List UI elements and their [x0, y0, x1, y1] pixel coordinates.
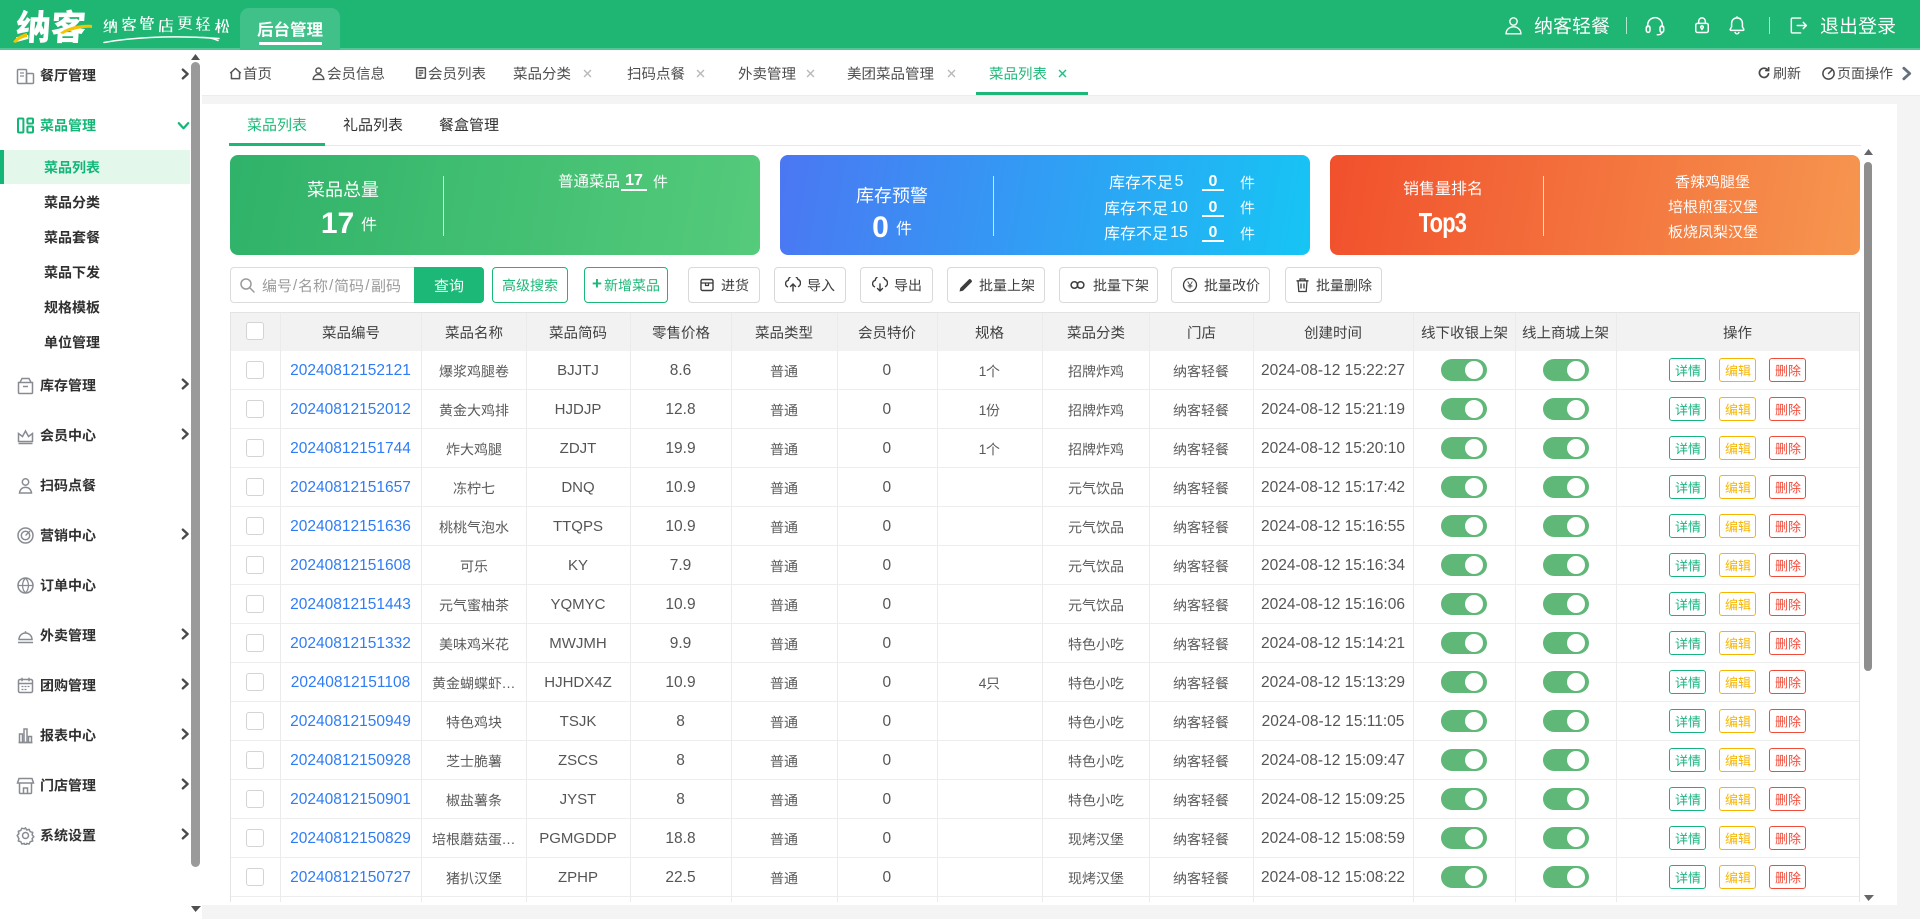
svg-text:¥: ¥ [1186, 280, 1193, 291]
